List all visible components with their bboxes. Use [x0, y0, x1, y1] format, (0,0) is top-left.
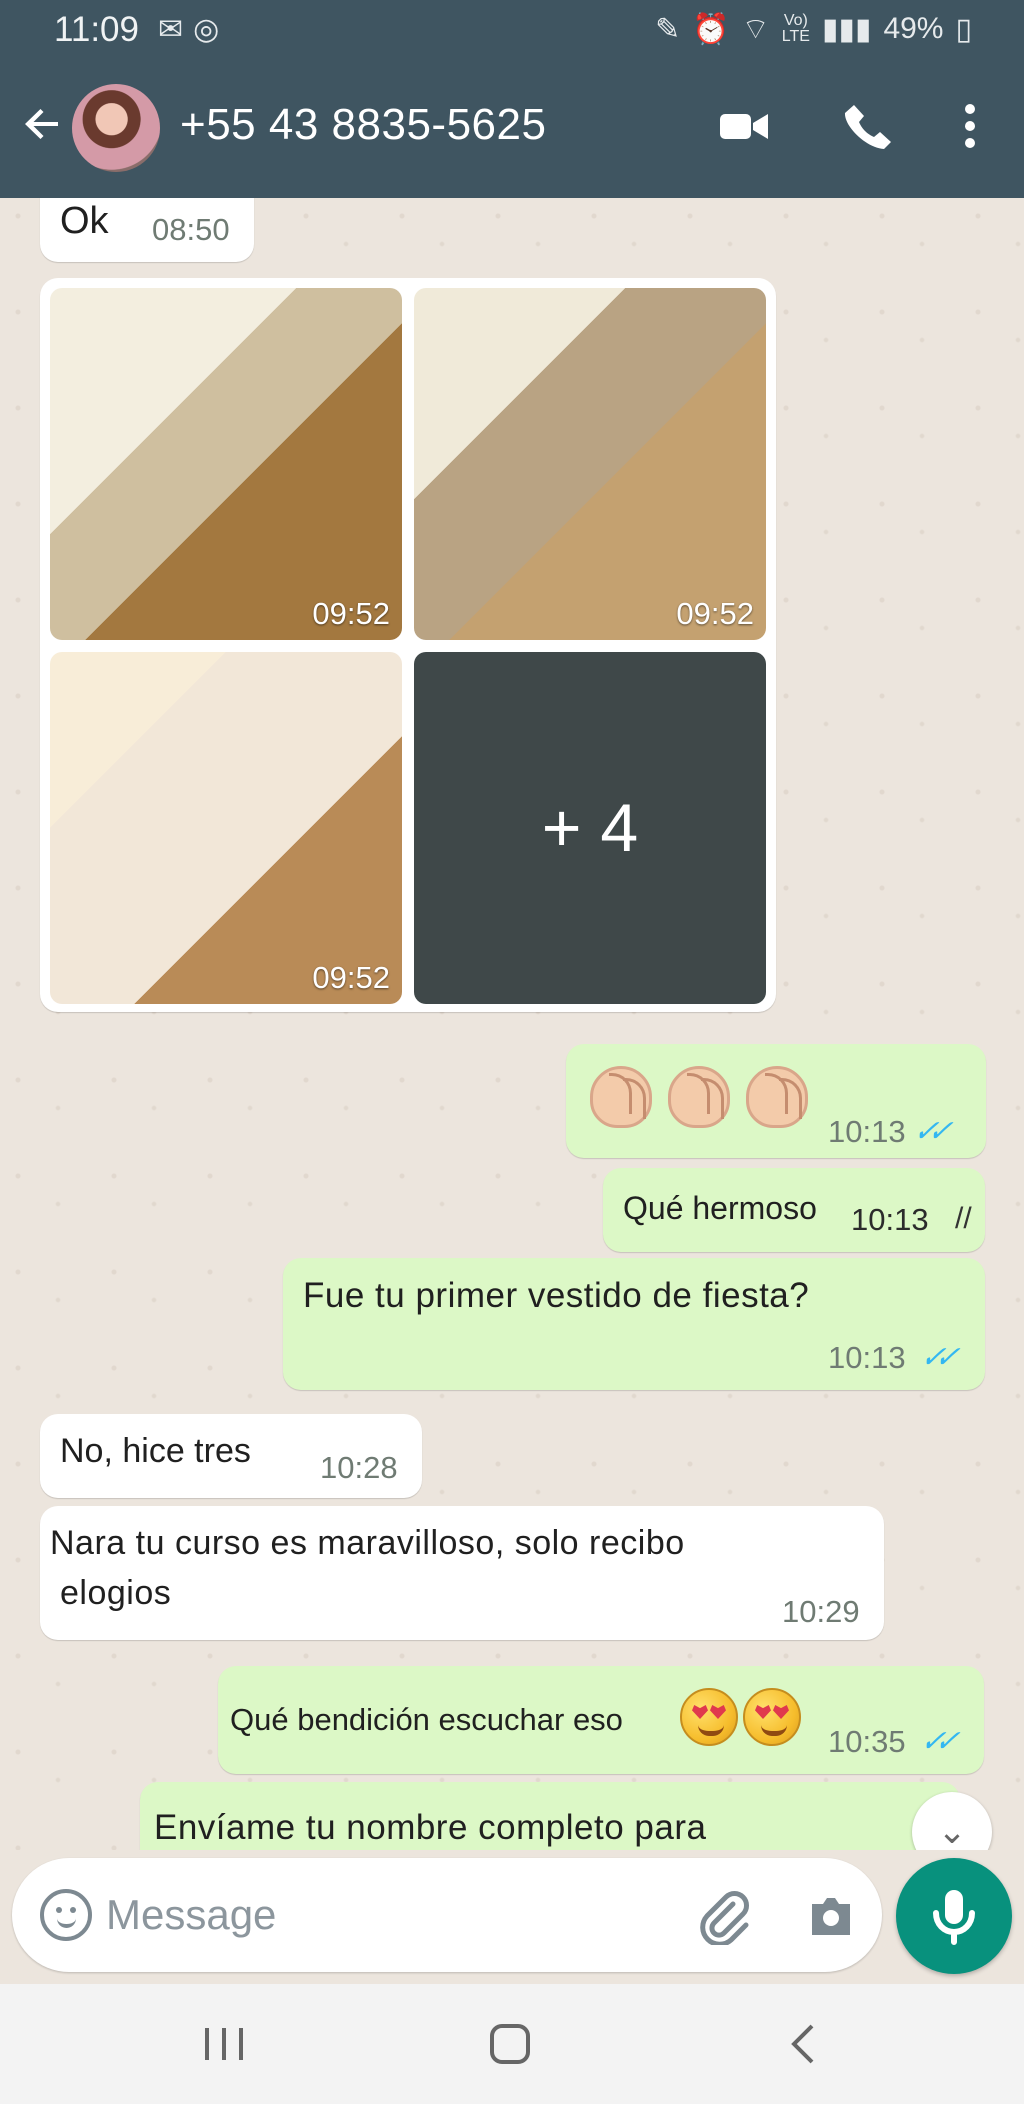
image-album[interactable]: 09:52 09:52 09:52 + 4 — [40, 278, 776, 1012]
clapping-hands-icon — [746, 1066, 808, 1128]
android-navigation-bar — [0, 1984, 1024, 2104]
heart-eyes-emoji-icon — [680, 1688, 738, 1746]
contact-name[interactable]: +55 43 8835-5625 — [180, 100, 546, 150]
message-text: Envíame tu nombre completo para — [154, 1808, 707, 1847]
image-time: 09:52 — [676, 596, 754, 631]
more-options-icon[interactable] — [942, 98, 998, 154]
battery-percentage: 49% — [883, 12, 944, 45]
sewing-pattern-image — [414, 288, 766, 640]
message-time: 10:13 — [851, 1202, 929, 1237]
voice-message-button[interactable] — [896, 1858, 1012, 1974]
image-time: 09:52 — [312, 960, 390, 995]
recent-apps-icon[interactable] — [200, 2018, 248, 2070]
wifi-icon: ⌔ — [741, 13, 770, 46]
message-notification-icon: ✉ — [158, 13, 184, 46]
home-icon[interactable] — [484, 2018, 536, 2070]
camera-icon[interactable] — [802, 1887, 860, 1945]
incoming-message[interactable]: Nara tu curso es maravilloso, solo recib… — [40, 1506, 884, 1640]
notification-icons: ✉ ◎ — [158, 12, 219, 47]
status-time: 11:09 — [54, 10, 139, 49]
clapping-hands-emojis — [590, 1066, 808, 1128]
message-text: Fue tu primer vestido de fiesta? — [303, 1276, 810, 1315]
message-text-line-2: elogios — [60, 1574, 172, 1612]
status-bar: 11:09 ✉ ◎ ✎ ⏰ ⌔ Vo) LTE ▮▮▮ 49% ▯ — [0, 0, 1024, 62]
chat-thread[interactable]: Ok 08:50 09:52 09:52 09:52 + 4 10:13 ✓✓ … — [0, 198, 1024, 1850]
contact-avatar[interactable] — [72, 84, 160, 172]
sewing-pattern-image — [50, 652, 402, 1004]
message-time: 10:28 — [320, 1450, 398, 1485]
more-images-count: + 4 — [541, 790, 639, 866]
message-text: Qué hermoso — [623, 1190, 817, 1226]
emoji-icon[interactable] — [40, 1889, 92, 1941]
message-text: Ok — [60, 200, 109, 242]
paperclip-icon[interactable] — [694, 1887, 752, 1945]
more-images-tile[interactable]: + 4 — [414, 652, 766, 1004]
chat-header: +55 43 8835-5625 — [0, 78, 1024, 188]
voice-call-icon[interactable] — [838, 98, 894, 154]
clapping-hands-icon — [668, 1066, 730, 1128]
back-icon[interactable] — [778, 2018, 830, 2070]
edit-icon: ✎ — [655, 12, 681, 46]
image-tile[interactable]: 09:52 — [50, 288, 402, 640]
volte-icon: Vo) LTE — [781, 12, 810, 45]
message-composer — [12, 1858, 882, 1972]
image-tile[interactable]: 09:52 — [50, 652, 402, 1004]
clapping-hands-icon — [590, 1066, 652, 1128]
incoming-message[interactable]: Ok 08:50 — [40, 198, 254, 262]
outgoing-message[interactable]: Fue tu primer vestido de fiesta? 10:13 ✓… — [283, 1258, 985, 1390]
image-tile[interactable]: 09:52 — [414, 288, 766, 640]
message-text: Qué bendición escuchar eso — [230, 1702, 623, 1737]
incoming-message[interactable]: No, hice tres 10:28 — [40, 1414, 422, 1498]
alarm-icon: ⏰ — [692, 12, 730, 46]
instagram-icon: ◎ — [193, 13, 220, 46]
message-text: No, hice tres — [60, 1432, 251, 1470]
read-receipt-icon: ✓✓ — [916, 1341, 958, 1374]
outgoing-message[interactable]: Envíame tu nombre completo para — [140, 1782, 960, 1850]
battery-icon: ▯ — [955, 12, 972, 46]
outgoing-message[interactable]: Qué hermoso 10:13 // — [603, 1168, 985, 1252]
message-time: 10:35 — [828, 1724, 906, 1759]
top-bar: 11:09 ✉ ◎ ✎ ⏰ ⌔ Vo) LTE ▮▮▮ 49% ▯ +55 43 … — [0, 0, 1024, 198]
signal-icon: ▮▮▮ — [821, 12, 872, 46]
outgoing-message[interactable]: Qué bendición escuchar eso 10:35 ✓✓ — [218, 1666, 984, 1774]
message-time: 08:50 — [152, 212, 230, 247]
message-time: 10:29 — [782, 1594, 860, 1629]
message-text-line-1: Nara tu curso es maravilloso, solo recib… — [50, 1524, 685, 1562]
system-indicators: ✎ ⏰ ⌔ Vo) LTE ▮▮▮ 49% ▯ — [655, 10, 972, 48]
sewing-pattern-image — [50, 288, 402, 640]
sent-ticks-icon: // — [955, 1202, 972, 1235]
video-call-icon[interactable] — [716, 98, 772, 154]
message-time: 10:13 — [828, 1340, 906, 1375]
outgoing-emoji-message[interactable]: 10:13 ✓✓ — [566, 1044, 986, 1158]
message-time: 10:13 — [828, 1114, 906, 1149]
back-arrow-icon[interactable] — [18, 100, 66, 148]
microphone-icon — [933, 1890, 975, 1945]
read-receipt-icon: ✓✓ — [909, 1115, 951, 1148]
message-input[interactable] — [106, 1888, 666, 1942]
read-receipt-icon: ✓✓ — [916, 1725, 958, 1758]
heart-eyes-emoji-icon — [743, 1688, 801, 1746]
image-time: 09:52 — [312, 596, 390, 631]
chevron-down-icon: ⌄ — [937, 1812, 967, 1850]
